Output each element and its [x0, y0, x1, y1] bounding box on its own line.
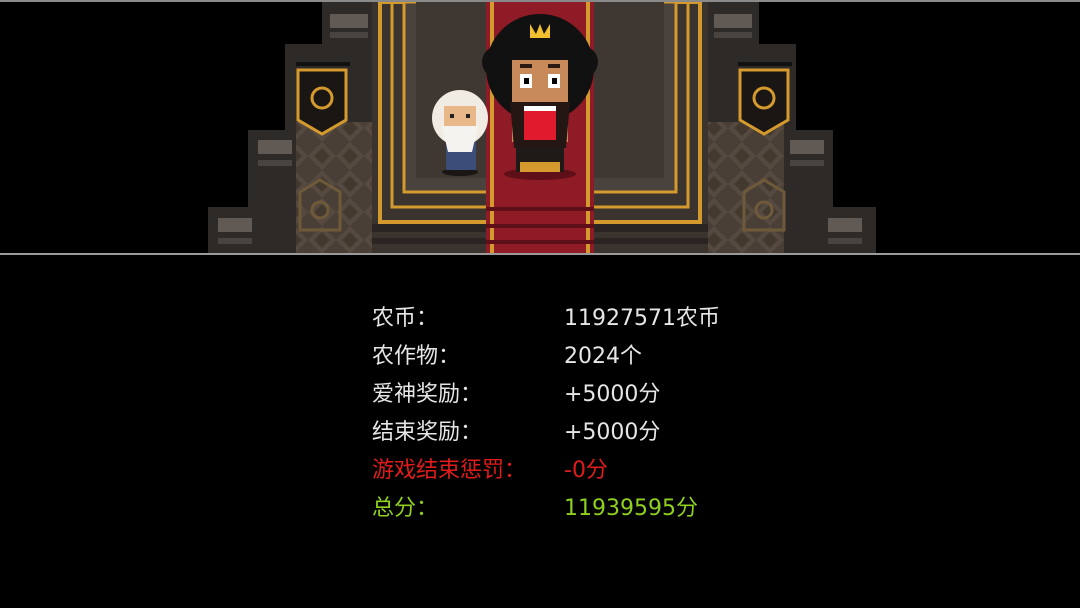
scene-divider [0, 253, 1080, 255]
score-summary-panel: 农币： 11927571农币 农作物： 2024个 爱神奖励： +5000分 结… [372, 300, 792, 528]
crops-row: 农作物： 2024个 [372, 338, 792, 376]
cupid-bonus-value: +5000分 [564, 382, 661, 407]
banner-right-icon [738, 62, 792, 136]
crops-label: 农作物： [372, 344, 461, 369]
banner-left-icon [296, 62, 350, 136]
total-score-row: 总分： 11939595分 [372, 490, 792, 528]
cupid-bonus-label: 爱神奖励： [372, 382, 483, 407]
cupid-bonus-row: 爱神奖励： +5000分 [372, 376, 792, 414]
game-over-penalty-row: 游戏结束惩罚： -0分 [372, 452, 792, 490]
total-score-label: 总分： [372, 496, 439, 521]
game-over-penalty-label: 游戏结束惩罚： [372, 458, 527, 483]
coins-row: 农币： 11927571农币 [372, 300, 792, 338]
crops-value: 2024个 [564, 344, 642, 369]
throne-room-scene [0, 2, 1080, 253]
coins-value: 11927571农币 [564, 306, 720, 331]
end-bonus-value: +5000分 [564, 420, 661, 445]
total-score-value: 11939595分 [564, 496, 698, 521]
game-over-penalty-value: -0分 [564, 458, 608, 483]
end-bonus-label: 结束奖励： [372, 420, 483, 445]
end-bonus-row: 结束奖励： +5000分 [372, 414, 792, 452]
coins-label: 农币： [372, 306, 439, 331]
